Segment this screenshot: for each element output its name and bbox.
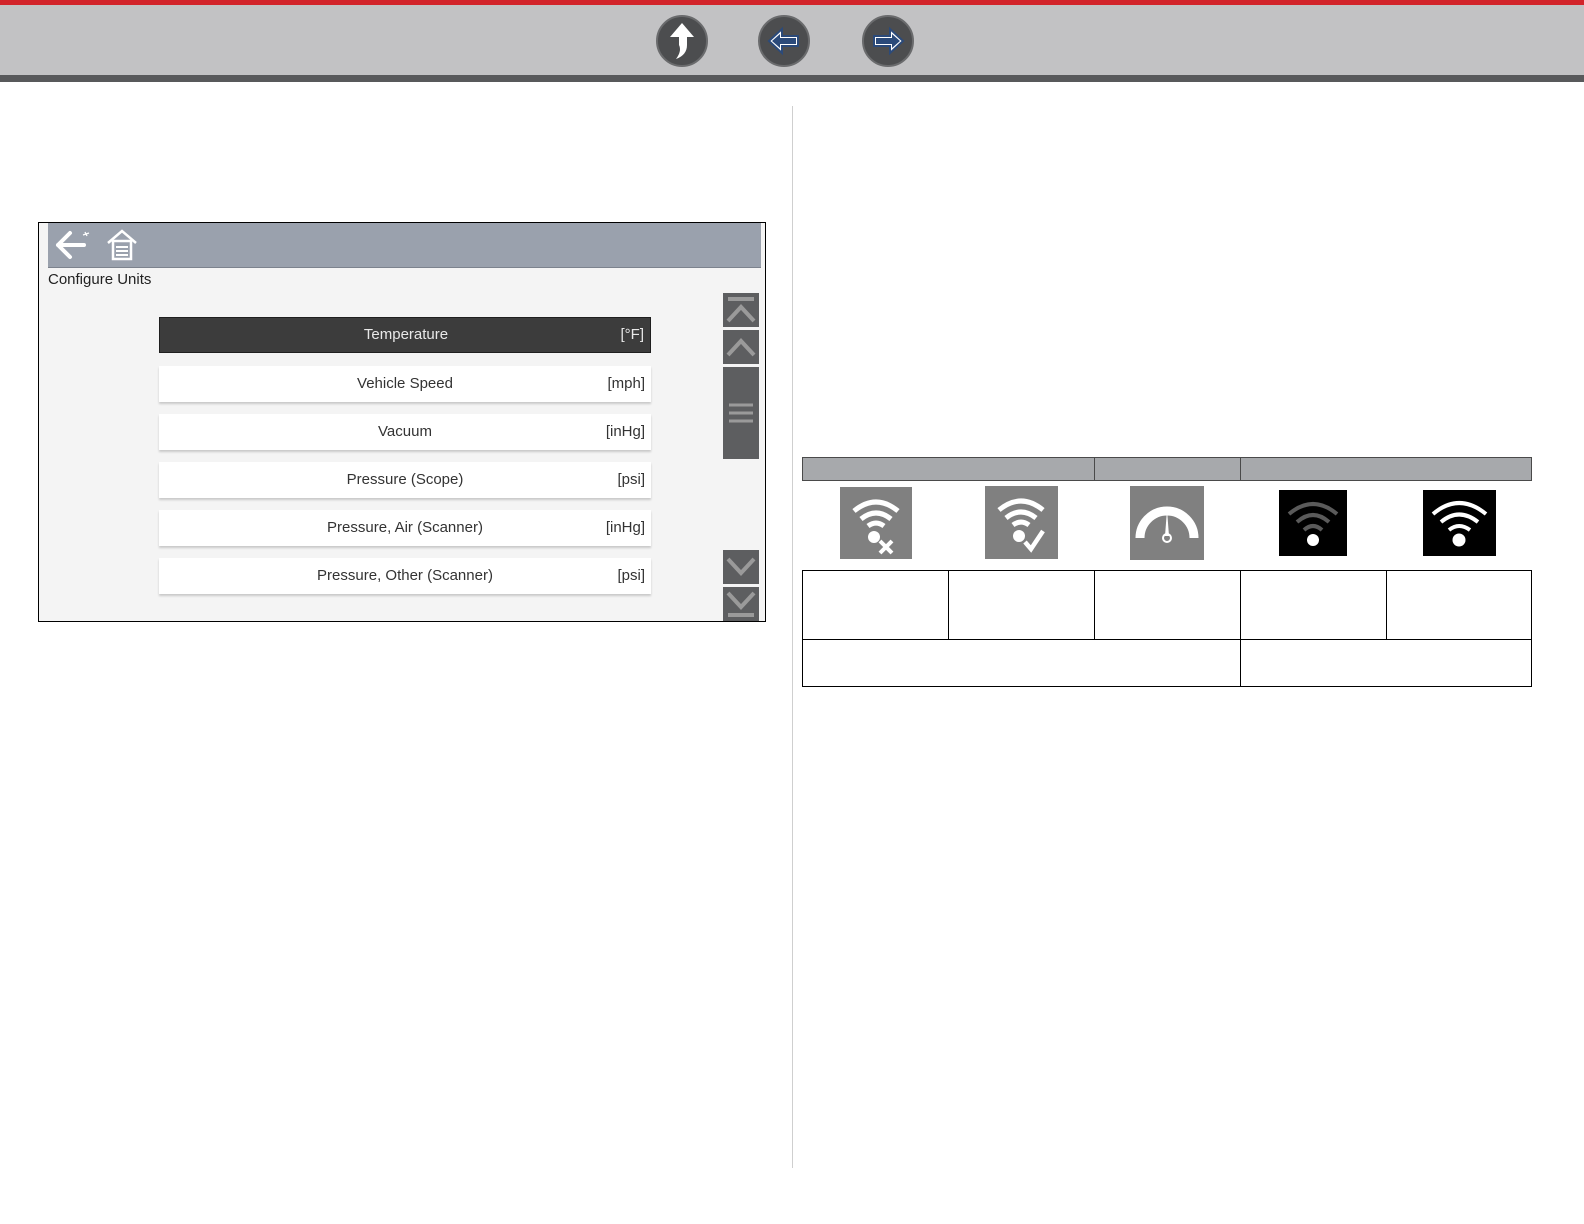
scroll-top-icon: [726, 297, 756, 323]
table-cell: [1094, 570, 1241, 640]
list-item-unit: [psi]: [617, 471, 645, 488]
list-item[interactable]: Vehicle Speed [mph]: [159, 366, 651, 402]
home-icon[interactable]: [104, 227, 140, 268]
back-button[interactable]: [758, 15, 810, 67]
scroll-up-icon: [726, 338, 756, 357]
column-divider: [792, 106, 793, 1168]
up-icon: [670, 23, 694, 59]
table-header-cell: [1094, 457, 1241, 481]
table-cell: [1386, 570, 1532, 640]
table-header-cell: [1240, 457, 1532, 481]
forward-arrow-icon: [873, 26, 905, 56]
scroll-bottom-icon: [726, 591, 756, 617]
scroll-thumb[interactable]: [723, 367, 759, 459]
topbar-divider: [0, 75, 1584, 82]
up-button[interactable]: [656, 15, 708, 67]
screen-header: [48, 223, 761, 268]
list-item-unit: [°F]: [620, 326, 645, 343]
list-item-label: Pressure (Scope): [346, 471, 464, 488]
wifi-connected-icon: [985, 486, 1058, 564]
list-item-label: Pressure, Other (Scanner): [317, 567, 493, 584]
list-item-label: Temperature: [363, 326, 449, 343]
list-item[interactable]: Pressure, Air (Scanner) [inHg]: [159, 510, 651, 546]
list-item-label: Vehicle Speed: [357, 375, 453, 392]
scroll-bottom-button[interactable]: [723, 587, 759, 621]
screen-title: Configure Units: [48, 271, 152, 288]
list-item-unit: [psi]: [617, 567, 645, 584]
list-item-label: Pressure, Air (Scanner): [327, 519, 483, 536]
wifi-strong-signal-icon: [1423, 490, 1496, 561]
status-icons-table: [802, 457, 1532, 687]
back-arrow-icon: [767, 26, 799, 56]
scroll-track[interactable]: [723, 459, 759, 547]
scrollbar[interactable]: [723, 293, 761, 621]
table-header-cell: [802, 457, 1095, 481]
list-item-unit: [inHg]: [605, 519, 645, 536]
list-item[interactable]: Temperature [°F]: [159, 317, 651, 353]
configure-units-screenshot: Configure Units Temperature [°F] Vehicle…: [38, 222, 766, 622]
forward-button[interactable]: [862, 15, 914, 67]
list-item[interactable]: Pressure (Scope) [psi]: [159, 462, 651, 498]
wifi-disconnected-icon: [840, 487, 912, 564]
table-cell: [802, 639, 1241, 687]
list-item-unit: [mph]: [607, 375, 645, 392]
wifi-weak-signal-icon: [1279, 490, 1347, 561]
back-icon[interactable]: [54, 227, 92, 268]
gauge-icon: [1130, 486, 1204, 565]
table-cell: [948, 570, 1095, 640]
list-item-label: Vacuum: [378, 423, 432, 440]
list-item[interactable]: Vacuum [inHg]: [159, 414, 651, 450]
table-cell: [802, 570, 949, 640]
top-navigation-bar: [0, 0, 1584, 82]
scroll-top-button[interactable]: [723, 293, 759, 327]
scroll-up-button[interactable]: [723, 330, 759, 364]
scroll-down-icon: [726, 557, 756, 576]
scroll-thumb-icon: [729, 403, 753, 423]
table-cell: [1240, 570, 1387, 640]
table-cell: [1240, 639, 1532, 687]
list-item[interactable]: Pressure, Other (Scanner) [psi]: [159, 558, 651, 594]
list-item-unit: [inHg]: [605, 423, 645, 440]
scroll-down-button[interactable]: [723, 550, 759, 584]
